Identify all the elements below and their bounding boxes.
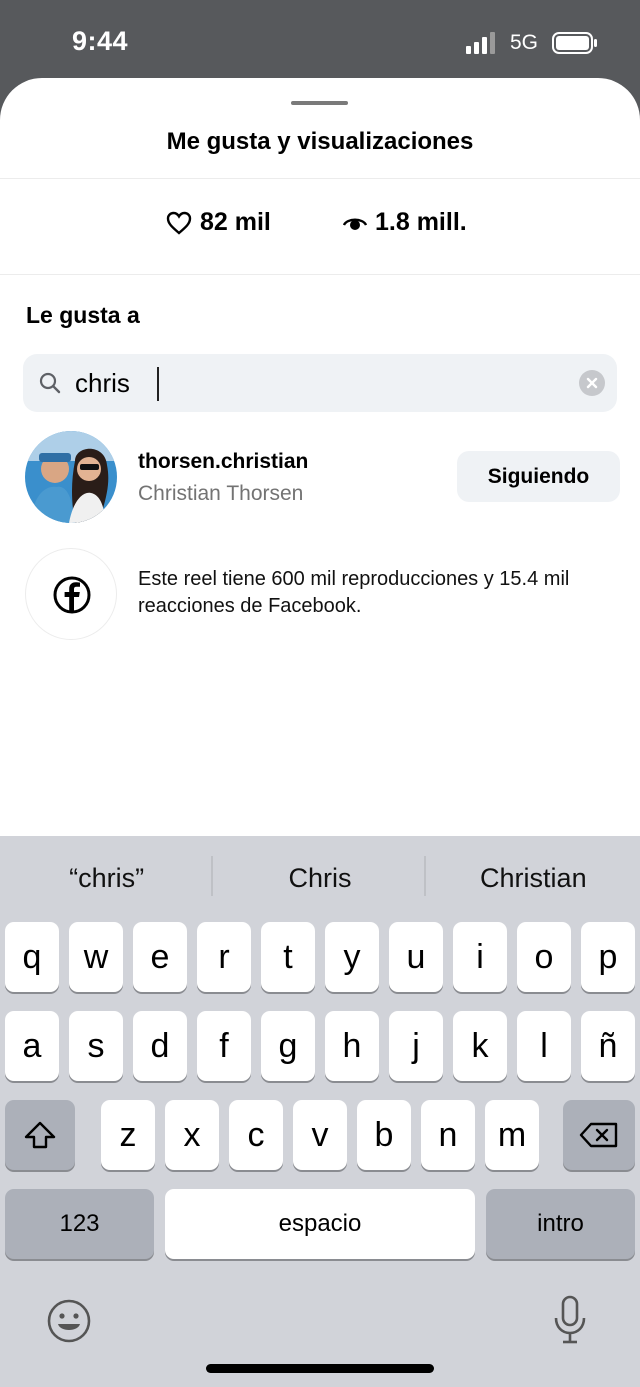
key-m[interactable]: m xyxy=(485,1100,539,1170)
text-cursor xyxy=(157,367,159,401)
likes-count: 82 mil xyxy=(200,208,271,236)
suggestion-item[interactable]: “chris” xyxy=(0,836,213,922)
return-key[interactable]: intro xyxy=(486,1189,635,1259)
key-h[interactable]: h xyxy=(325,1011,379,1081)
divider xyxy=(0,178,640,179)
eye-icon xyxy=(343,218,367,230)
avatar[interactable] xyxy=(25,431,117,523)
search-bar[interactable] xyxy=(23,354,617,412)
key-x[interactable]: x xyxy=(165,1100,219,1170)
status-bar: 9:44 5G xyxy=(0,0,640,80)
key-t[interactable]: t xyxy=(261,922,315,992)
section-title: Le gusta a xyxy=(26,302,140,328)
key-i[interactable]: i xyxy=(453,922,507,992)
key-p[interactable]: p xyxy=(581,922,635,992)
key-d[interactable]: d xyxy=(133,1011,187,1081)
key-k[interactable]: k xyxy=(453,1011,507,1081)
suggestion-item[interactable]: Chris xyxy=(213,836,426,922)
numbers-key[interactable]: 123 xyxy=(5,1189,154,1259)
heart-icon xyxy=(166,211,192,235)
keyboard-bottom-bar xyxy=(0,1292,640,1352)
key-enye[interactable]: ñ xyxy=(581,1011,635,1081)
key-s[interactable]: s xyxy=(69,1011,123,1081)
suggestion-item[interactable]: Christian xyxy=(427,836,640,922)
facebook-stats-text: Este reel tiene 600 mil reproducciones y… xyxy=(138,568,570,617)
likes-stat: 82 mil xyxy=(166,208,271,237)
suggestion-bar: “chris” Chris Christian xyxy=(0,836,640,922)
suggestion-divider xyxy=(211,856,213,896)
search-input[interactable] xyxy=(75,364,555,402)
stats-row: 82 mil 1.8 mill. xyxy=(0,208,640,248)
emoji-icon[interactable] xyxy=(46,1298,92,1344)
key-c[interactable]: c xyxy=(229,1100,283,1170)
microphone-icon[interactable] xyxy=(552,1294,588,1346)
views-count: 1.8 mill. xyxy=(375,208,467,236)
divider xyxy=(0,274,640,275)
sheet-grabber[interactable] xyxy=(291,101,348,105)
shift-icon xyxy=(24,1121,56,1149)
shift-key[interactable] xyxy=(5,1100,75,1170)
clear-icon[interactable] xyxy=(579,370,605,396)
username[interactable]: thorsen.christian xyxy=(138,450,308,474)
key-a[interactable]: a xyxy=(5,1011,59,1081)
key-z[interactable]: z xyxy=(101,1100,155,1170)
key-q[interactable]: q xyxy=(5,922,59,992)
views-stat: 1.8 mill. xyxy=(343,208,467,237)
suggestion-divider xyxy=(424,856,426,896)
search-icon xyxy=(39,372,61,394)
facebook-icon xyxy=(53,576,91,614)
key-w[interactable]: w xyxy=(69,922,123,992)
key-b[interactable]: b xyxy=(357,1100,411,1170)
key-u[interactable]: u xyxy=(389,922,443,992)
key-o[interactable]: o xyxy=(517,922,571,992)
status-time: 9:44 xyxy=(72,26,129,56)
keyboard: “chris” Chris Christian q w e r t y u i … xyxy=(0,836,640,1387)
key-l[interactable]: l xyxy=(517,1011,571,1081)
network-label: 5G xyxy=(510,31,539,54)
user-list-item[interactable]: thorsen.christian Christian Thorsen Sigu… xyxy=(0,430,640,526)
battery-icon xyxy=(552,32,597,54)
sheet-title: Me gusta y visualizaciones xyxy=(166,128,474,155)
backspace-key[interactable] xyxy=(563,1100,635,1170)
key-r[interactable]: r xyxy=(197,922,251,992)
signal-icon xyxy=(466,32,495,54)
home-indicator xyxy=(206,1364,434,1373)
key-g[interactable]: g xyxy=(261,1011,315,1081)
space-key[interactable]: espacio xyxy=(165,1189,475,1259)
key-n[interactable]: n xyxy=(421,1100,475,1170)
following-button[interactable]: Siguiendo xyxy=(457,451,620,502)
facebook-info-item: Este reel tiene 600 mil reproducciones y… xyxy=(0,548,640,648)
key-e[interactable]: e xyxy=(133,922,187,992)
facebook-icon-container xyxy=(25,548,117,640)
key-f[interactable]: f xyxy=(197,1011,251,1081)
key-y[interactable]: y xyxy=(325,922,379,992)
likes-views-sheet: Me gusta y visualizaciones 82 mil 1.8 mi… xyxy=(0,78,640,836)
key-j[interactable]: j xyxy=(389,1011,443,1081)
full-name: Christian Thorsen xyxy=(138,482,304,505)
key-v[interactable]: v xyxy=(293,1100,347,1170)
backspace-icon xyxy=(579,1122,618,1148)
